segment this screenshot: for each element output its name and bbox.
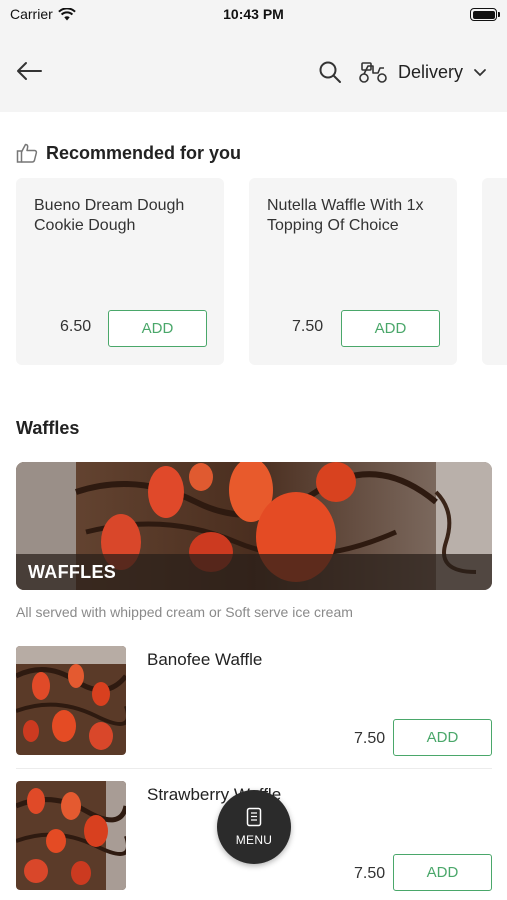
divider	[16, 768, 492, 769]
search-icon	[319, 61, 341, 83]
menu-label: MENU	[235, 833, 273, 847]
menu-item[interactable]: Banofee Waffle 7.50 ADD	[0, 646, 507, 780]
recommended-card[interactable]: Nutella Waffle With 1x Topping Of Choice…	[249, 178, 457, 365]
thumbs-up-icon	[16, 143, 38, 163]
recommended-card[interactable]: Bueno Dream Dough Cookie Dough 6.50 ADD	[16, 178, 224, 365]
banner-label: WAFFLES	[28, 562, 117, 582]
add-button[interactable]: ADD	[393, 719, 492, 756]
category-banner: WAFFLES	[16, 462, 492, 590]
recommended-title: Recommended for you	[46, 142, 242, 163]
item-name: Banofee Waffle	[147, 650, 263, 669]
delivery-label: Delivery	[398, 61, 464, 82]
recommended-item-price: 6.50	[60, 318, 92, 335]
item-price: 7.50	[354, 865, 386, 882]
recommended-item-name: Nutella Waffle With 1x Topping Of Choice	[267, 197, 424, 234]
add-button[interactable]: ADD	[108, 310, 207, 347]
item-price: 7.50	[354, 730, 386, 747]
menu-button[interactable]: MENU	[217, 790, 291, 864]
chevron-down-icon	[474, 69, 486, 77]
banner-label-bar: WAFFLES	[16, 554, 492, 590]
delivery-selector[interactable]: Delivery	[358, 58, 487, 86]
section-title: Waffles	[16, 418, 80, 438]
section-description: All served with whipped cream or Soft se…	[16, 604, 353, 620]
waffle-image	[16, 646, 126, 755]
item-thumbnail	[16, 781, 126, 890]
scooter-icon	[359, 62, 387, 83]
back-button[interactable]	[14, 56, 44, 86]
recommended-heading: Recommended for you	[16, 142, 241, 164]
add-button[interactable]: ADD	[393, 854, 492, 891]
item-thumbnail	[16, 646, 126, 755]
waffle-image	[16, 781, 126, 890]
battery-icon	[470, 8, 500, 21]
add-button[interactable]: ADD	[341, 310, 440, 347]
recommended-item-name: Bueno Dream Dough Cookie Dough	[34, 197, 185, 234]
menu-book-icon	[246, 807, 262, 827]
back-arrow-icon	[17, 62, 42, 80]
recommended-item-price: 7.50	[292, 318, 324, 335]
status-bar: Carrier 10:43 PM	[0, 0, 507, 30]
header: Delivery	[0, 30, 507, 112]
recommended-card-partial[interactable]	[482, 178, 507, 365]
status-time: 10:43 PM	[223, 6, 284, 22]
search-button[interactable]	[318, 60, 342, 84]
